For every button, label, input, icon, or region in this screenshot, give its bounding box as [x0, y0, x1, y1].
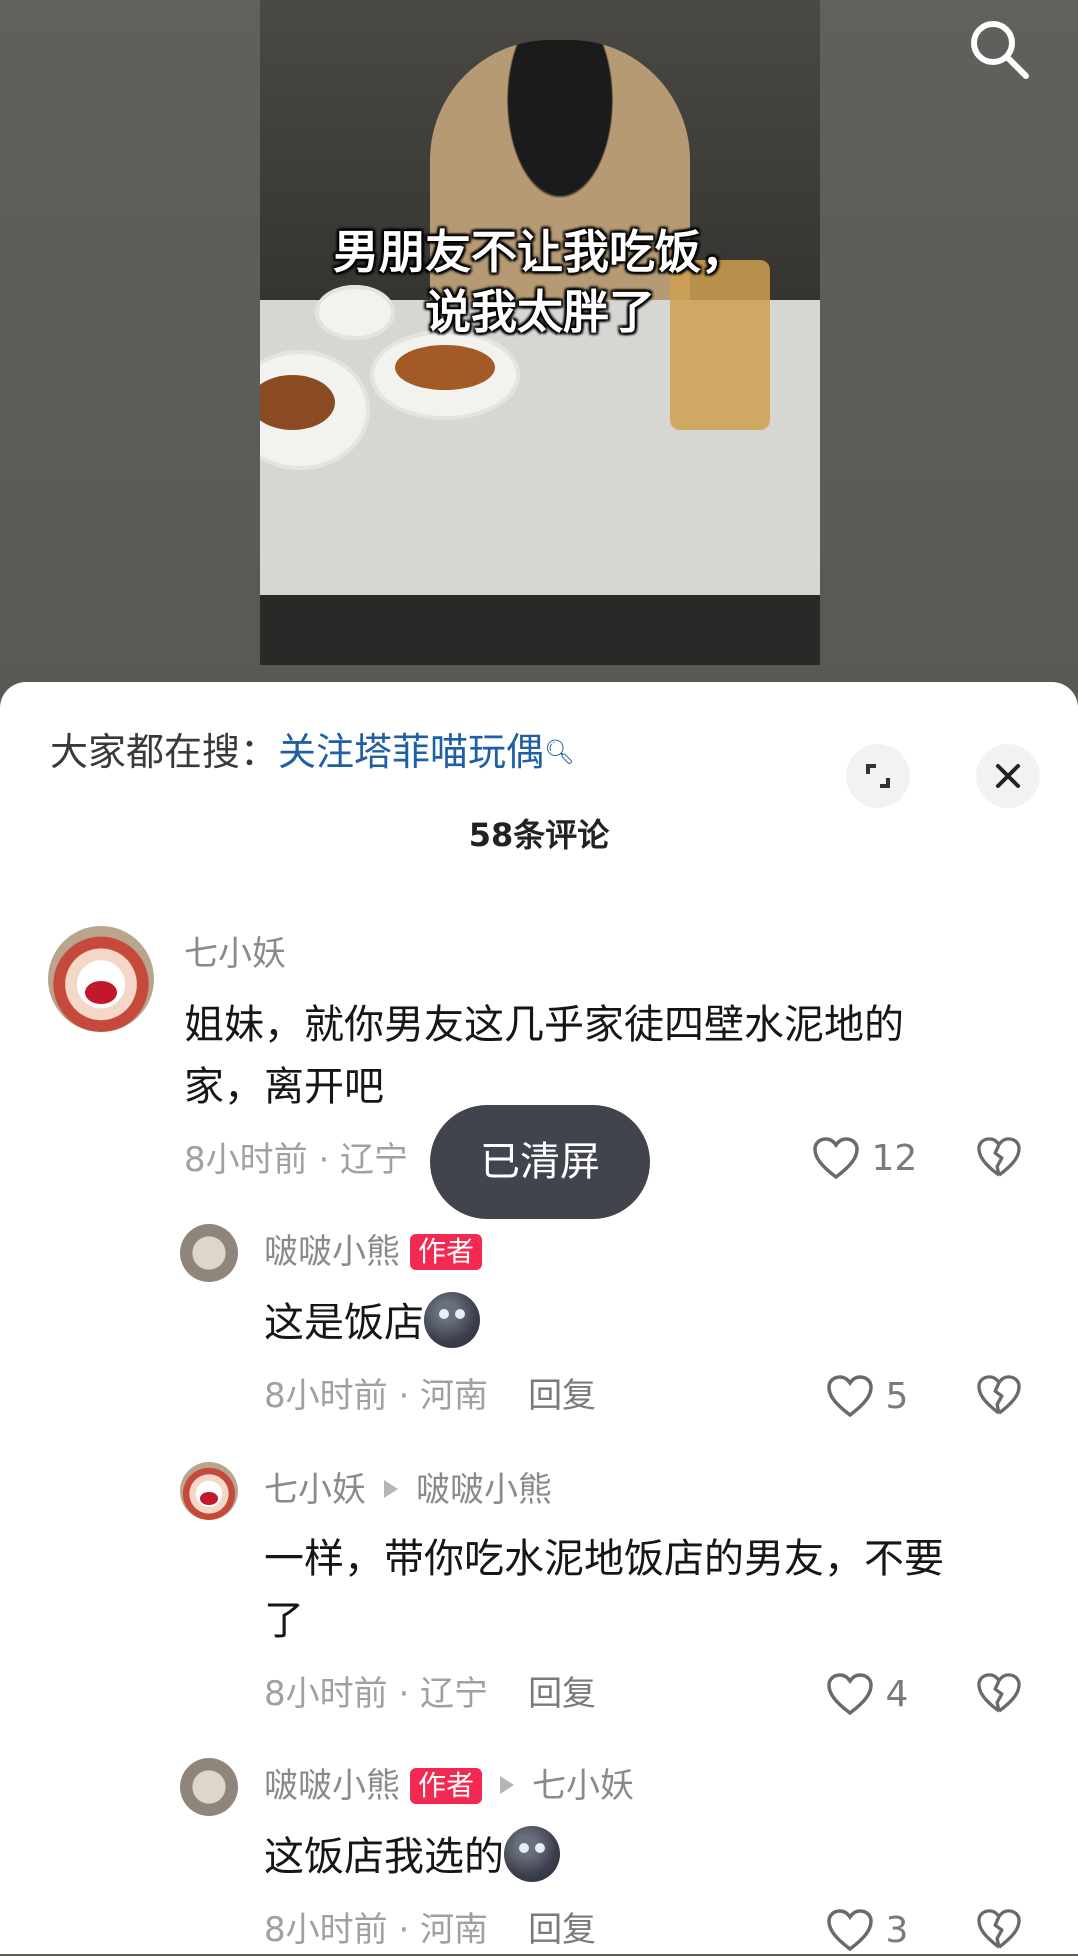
caption-line-2: 说我太胖了: [425, 285, 655, 339]
like-button[interactable]: 12: [812, 1134, 917, 1184]
search-small-icon: 🔍︎: [544, 738, 575, 766]
comment-meta-row: 8小时前 · 河南 回复: [264, 1908, 596, 1952]
reply-arrow-icon: [500, 1776, 515, 1794]
emoji-icon: [504, 1826, 560, 1882]
clear-screen-toast: 已清屏: [430, 1105, 650, 1219]
video-caption: 男朋友不让我吃饭， 说我太胖了: [260, 222, 820, 342]
avatar-decoration: [200, 1492, 218, 1505]
comment-username[interactable]: 七小妖: [184, 932, 286, 976]
comment-text-line: 姐妹，就你男友这几乎家徒四壁水泥地的: [184, 1002, 904, 1048]
avatar[interactable]: [180, 1758, 238, 1816]
avatar-decoration: [85, 981, 117, 1005]
close-button[interactable]: [976, 744, 1040, 808]
caption-line-1: 男朋友不让我吃饭，: [333, 225, 747, 279]
search-button[interactable]: [964, 14, 1034, 84]
expand-button[interactable]: [846, 744, 910, 808]
comment-text-line: 了: [264, 1598, 304, 1644]
heart-icon: [827, 1375, 873, 1418]
avatar[interactable]: [180, 1224, 238, 1282]
heart-icon: [827, 1673, 873, 1716]
like-count: 4: [885, 1674, 909, 1715]
video-floor: [260, 595, 820, 665]
comment-meta: 8小时前 · 辽宁: [264, 1674, 489, 1714]
dislike-button[interactable]: [976, 1908, 1022, 1954]
comment-text[interactable]: 这是饭店: [264, 1292, 480, 1354]
comment-username-row[interactable]: 啵啵小熊 作者 七小妖: [264, 1764, 634, 1808]
emoji-icon: [424, 1292, 480, 1348]
broken-heart-icon: [977, 1375, 1021, 1415]
comment-text[interactable]: 姐妹，就你男友这几乎家徒四壁水泥地的 家，离开吧: [184, 994, 904, 1118]
author-badge: 作者: [410, 1768, 483, 1804]
search-icon: [971, 21, 1029, 79]
comment-meta-row: 8小时前 · 辽宁 回复: [264, 1672, 596, 1716]
broken-heart-icon: [977, 1673, 1021, 1713]
reply-to-username[interactable]: 七小妖: [532, 1766, 634, 1806]
like-count: 5: [885, 1376, 909, 1417]
comment-meta: 8小时前 · 辽宁: [184, 1140, 409, 1180]
heart-icon: [813, 1137, 859, 1180]
comment-username[interactable]: 啵啵小熊: [264, 1766, 400, 1806]
dislike-button[interactable]: [976, 1672, 1022, 1718]
like-button[interactable]: 3: [826, 1906, 908, 1956]
comment-meta: 8小时前 · 河南: [264, 1376, 489, 1416]
comment-text-line: 这饭店我选的: [264, 1834, 504, 1880]
like-button[interactable]: 5: [826, 1372, 908, 1422]
broken-heart-icon: [977, 1909, 1021, 1949]
comment-text-line: 一样，带你吃水泥地饭店的男友，不要: [264, 1536, 944, 1582]
comment-username[interactable]: 七小妖: [264, 1470, 366, 1510]
dislike-button[interactable]: [976, 1374, 1022, 1420]
comment-username[interactable]: 啵啵小熊: [264, 1232, 400, 1272]
reply-arrow-icon: [384, 1480, 398, 1498]
like-button[interactable]: 4: [826, 1670, 908, 1720]
close-icon: [996, 764, 1020, 788]
expand-icon: [866, 764, 890, 788]
like-count: 3: [885, 1910, 909, 1951]
reply-button[interactable]: 回复: [528, 1376, 596, 1416]
hot-search-prefix: 大家都在搜：: [50, 730, 279, 774]
comment-text[interactable]: 这饭店我选的: [264, 1826, 560, 1888]
reply-button[interactable]: 回复: [528, 1674, 596, 1714]
heart-icon: [827, 1909, 873, 1952]
comment-username-row[interactable]: 七小妖 啵啵小熊: [264, 1468, 552, 1512]
avatar[interactable]: [180, 1462, 238, 1520]
comment-meta-row: 8小时前 · 河南 回复: [264, 1374, 596, 1418]
comment-text-line: 这是饭店: [264, 1300, 424, 1346]
comment-meta: 8小时前 · 河南: [264, 1910, 489, 1950]
author-badge: 作者: [410, 1234, 483, 1270]
comment-text[interactable]: 一样，带你吃水泥地饭店的男友，不要 了: [264, 1528, 944, 1652]
comment-count: 58条评论: [468, 816, 610, 854]
reply-to-username[interactable]: 啵啵小熊: [416, 1470, 552, 1510]
broken-heart-icon: [977, 1137, 1021, 1177]
video-food: [395, 345, 495, 390]
comment-username-row[interactable]: 啵啵小熊 作者: [264, 1230, 483, 1274]
comment-panel: 大家都在搜：关注塔菲喵玩偶🔍︎ 58条评论 七小妖 姐妹，就你男友这几乎家徒四壁…: [0, 682, 1078, 1954]
like-count: 12: [871, 1138, 918, 1179]
hot-search-row[interactable]: 大家都在搜：关注塔菲喵玩偶🔍︎: [50, 722, 575, 782]
hot-search-term[interactable]: 关注塔菲喵玩偶: [278, 730, 544, 774]
avatar[interactable]: [48, 926, 154, 1032]
dislike-button[interactable]: [976, 1136, 1022, 1182]
reply-button[interactable]: 回复: [528, 1910, 596, 1950]
